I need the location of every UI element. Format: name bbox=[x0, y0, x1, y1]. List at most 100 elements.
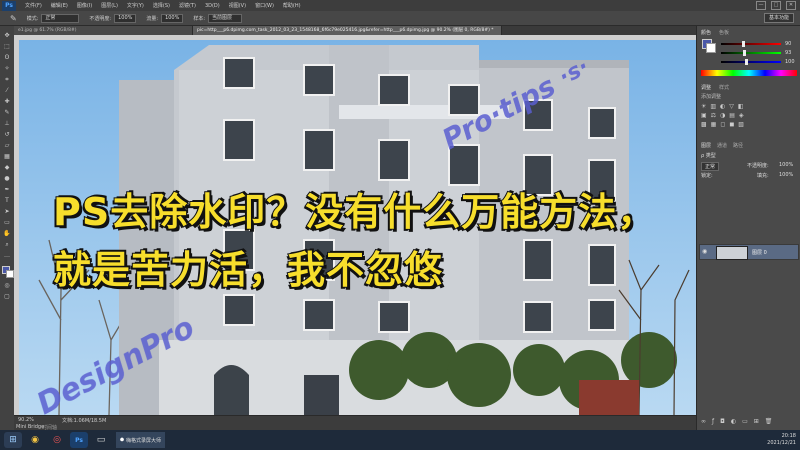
tab-color[interactable]: 颜色 bbox=[701, 29, 711, 36]
menu-view[interactable]: 视图(V) bbox=[229, 2, 246, 9]
tab-document-2[interactable]: pic=http___p6.dpimg.com_task_2012_03_23_… bbox=[193, 26, 502, 35]
menu-edit[interactable]: 编辑(E) bbox=[51, 2, 68, 9]
clock-date: 2021/12/21 bbox=[767, 440, 796, 446]
start-button-icon[interactable]: ⊞ bbox=[4, 432, 22, 448]
marquee-tool-icon[interactable]: ⬚ bbox=[3, 43, 11, 50]
options-bar: ✎ 模式: 正常 不透明度: 100% 流量: 100% 样本: 当前图层 基本… bbox=[0, 11, 800, 26]
quick-select-tool-icon[interactable]: ✧ bbox=[3, 65, 11, 72]
layer-opacity-label: 不透明度: bbox=[747, 163, 769, 169]
system-tray-clock[interactable]: 20:18 2021/12/21 bbox=[767, 433, 796, 447]
tab-styles[interactable]: 样式 bbox=[719, 84, 729, 91]
mode-label: 模式: bbox=[26, 15, 39, 22]
slider-green[interactable] bbox=[721, 50, 781, 56]
video-caption: PS去除水印？没有什么万能方法， 就是苦力活，我不忽悠 bbox=[52, 183, 657, 299]
music-app-icon[interactable]: ◎ bbox=[48, 432, 66, 448]
hand-tool-icon[interactable]: ✋ bbox=[3, 230, 11, 237]
panel-background-swatch[interactable] bbox=[706, 43, 716, 53]
tab-channels[interactable]: 通道 bbox=[717, 142, 727, 149]
menu-window[interactable]: 窗口(W) bbox=[255, 2, 274, 9]
history-brush-tool-icon[interactable]: ↺ bbox=[3, 131, 11, 138]
document-size: 文档:1.06M/18.5M bbox=[62, 418, 107, 424]
healing-brush-tool-icon[interactable]: ✚ bbox=[3, 98, 11, 105]
recorder-taskbar-item[interactable]: ⏺ 嗨格式录屏大师 bbox=[116, 432, 166, 448]
document-tabs: e1.jpg @ 61.7% (RGB/8#) pic=http___p6.dp… bbox=[14, 26, 696, 35]
layer-thumbnail bbox=[716, 246, 748, 260]
more-tools-icon[interactable]: … bbox=[3, 252, 11, 259]
minimize-button[interactable]: — bbox=[756, 1, 766, 10]
eyedropper-tool-icon[interactable]: ⁄ bbox=[3, 87, 11, 94]
opacity-input[interactable]: 100% bbox=[114, 13, 137, 23]
fill-value[interactable]: 100% bbox=[779, 172, 793, 178]
value-blue[interactable]: 100 bbox=[785, 59, 795, 65]
color-spectrum-bar[interactable] bbox=[701, 70, 797, 76]
background-color-swatch[interactable] bbox=[6, 270, 14, 278]
layer-name[interactable]: 图层 0 bbox=[752, 249, 767, 256]
path-select-tool-icon[interactable]: ➤ bbox=[3, 208, 11, 215]
adjustments-title: 添加调整 bbox=[701, 94, 722, 100]
clock-time: 20:18 bbox=[781, 433, 796, 439]
close-button[interactable]: ✕ bbox=[786, 1, 796, 10]
blend-mode-select[interactable]: 正常 bbox=[701, 162, 720, 171]
value-green[interactable]: 93 bbox=[785, 50, 791, 56]
recorder-icon: ⏺ bbox=[120, 435, 124, 444]
screen-mode-icon[interactable]: ▢ bbox=[3, 293, 11, 300]
caption-line-1: PS去除水印？没有什么万能方法， bbox=[52, 189, 657, 235]
brush-tool-icon[interactable]: ✎ bbox=[3, 109, 11, 116]
status-bar: 90.2% 文档:1.06M/18.5M Mini Bridge 时间轴 bbox=[14, 415, 696, 431]
value-red[interactable]: 90 bbox=[785, 41, 791, 47]
adjustment-icons[interactable]: ☀▥◐▽◧ ▣⚖◑▤◈ ▩▦◻◼▧ bbox=[701, 102, 797, 130]
shape-tool-icon[interactable]: ▭ bbox=[3, 219, 11, 226]
layer-actions[interactable]: ∞ƒ◘◐▭⊞🗑 bbox=[701, 418, 797, 425]
brush-icon[interactable]: ✎ bbox=[10, 14, 17, 23]
move-tool-icon[interactable]: ✥ bbox=[3, 32, 11, 39]
layer-opacity-value[interactable]: 100% bbox=[779, 162, 793, 168]
menu-3d[interactable]: 3D(D) bbox=[205, 3, 220, 9]
gradient-tool-icon[interactable]: ▦ bbox=[3, 153, 11, 160]
browser-icon[interactable]: ◉ bbox=[26, 432, 44, 448]
menu-filter[interactable]: 滤镜(T) bbox=[179, 2, 196, 9]
menu-image[interactable]: 图像(I) bbox=[77, 2, 92, 9]
taskbar: ⊞ ◉ ◎ Ps ▭ ⏺ 嗨格式录屏大师 20:18 2021/12/21 bbox=[0, 430, 800, 450]
quick-mask-icon[interactable]: ◎ bbox=[3, 282, 11, 289]
fill-label: 填充: bbox=[757, 173, 769, 179]
sample-select[interactable]: 当前图层 bbox=[208, 13, 243, 23]
lock-label: 锁定: bbox=[701, 173, 713, 179]
eraser-tool-icon[interactable]: ▱ bbox=[3, 142, 11, 149]
menu-layer[interactable]: 图层(L) bbox=[101, 2, 118, 9]
tab-swatches[interactable]: 色板 bbox=[719, 29, 729, 36]
slider-red[interactable] bbox=[721, 41, 781, 47]
tab-document-1[interactable]: e1.jpg @ 61.7% (RGB/8#) bbox=[14, 26, 193, 35]
mode-select[interactable]: 正常 bbox=[41, 13, 80, 23]
flow-input[interactable]: 100% bbox=[161, 13, 184, 23]
folder-icon[interactable]: ▭ bbox=[92, 432, 110, 448]
opacity-label: 不透明度: bbox=[89, 15, 112, 22]
type-tool-icon[interactable]: T bbox=[3, 197, 11, 204]
menu-file[interactable]: 文件(F) bbox=[25, 2, 42, 9]
tab-layers[interactable]: 图层 bbox=[701, 142, 711, 149]
visibility-eye-icon[interactable]: ◉ bbox=[702, 248, 707, 255]
photoshop-taskbar-icon[interactable]: Ps bbox=[70, 432, 88, 448]
menu-type[interactable]: 文字(Y) bbox=[127, 2, 144, 9]
slider-blue[interactable] bbox=[721, 59, 781, 65]
tab-paths[interactable]: 路径 bbox=[733, 142, 743, 149]
dodge-tool-icon[interactable]: ● bbox=[3, 175, 11, 182]
sample-label: 样本: bbox=[193, 15, 206, 22]
layer-row[interactable]: ◉ 图层 0 bbox=[699, 244, 799, 260]
menu-bar: Ps 文件(F) 编辑(E) 图像(I) 图层(L) 文字(Y) 选择(S) 滤… bbox=[0, 0, 800, 11]
zoom-level[interactable]: 90.2% bbox=[18, 417, 34, 423]
layer-kind-filter[interactable]: ρ 类型 bbox=[701, 152, 716, 159]
blur-tool-icon[interactable]: ◆ bbox=[3, 164, 11, 171]
tab-adjustments[interactable]: 调整 bbox=[701, 84, 711, 91]
menu-help[interactable]: 帮助(H) bbox=[283, 2, 301, 9]
pen-tool-icon[interactable]: ✒ bbox=[3, 186, 11, 193]
crop-tool-icon[interactable]: ⌗ bbox=[3, 76, 11, 83]
caption-line-2: 就是苦力活，我不忽悠 bbox=[52, 247, 444, 293]
clone-stamp-tool-icon[interactable]: ⊥ bbox=[3, 120, 11, 127]
lasso-tool-icon[interactable]: ʘ bbox=[3, 54, 11, 61]
document-canvas[interactable]: DesignPro Pro·tips ·s· PS去除水印？没有什么万能方法， … bbox=[19, 40, 696, 415]
zoom-tool-icon[interactable]: ⌕ bbox=[3, 241, 11, 248]
menu-select[interactable]: 选择(S) bbox=[153, 2, 170, 9]
maximize-button[interactable]: □ bbox=[771, 1, 781, 10]
tools-panel: ✥ ⬚ ʘ ✧ ⌗ ⁄ ✚ ✎ ⊥ ↺ ▱ ▦ ◆ ● ✒ T ➤ ▭ ✋ ⌕ … bbox=[0, 26, 15, 430]
workspace-select[interactable]: 基本功能 bbox=[763, 13, 794, 23]
